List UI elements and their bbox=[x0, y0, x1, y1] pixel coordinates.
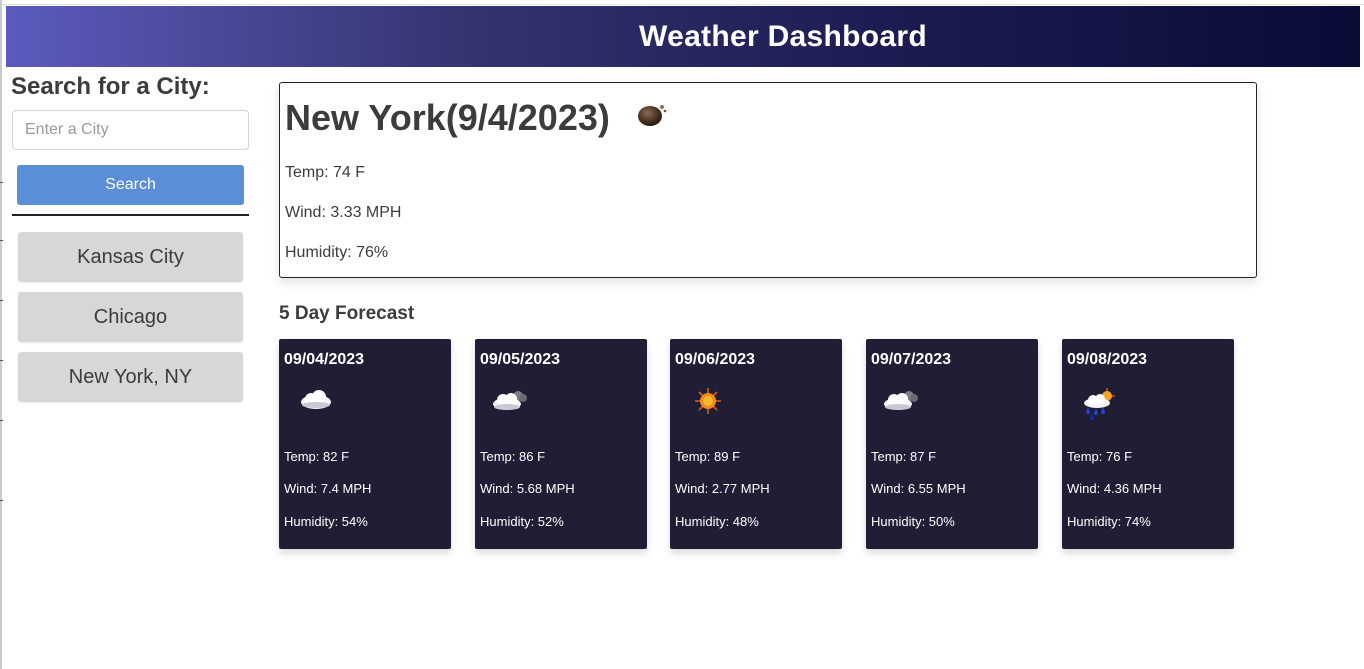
forecast-temp: Temp: 86 F bbox=[480, 449, 546, 464]
forecast-humidity: Humidity: 48% bbox=[675, 514, 759, 529]
forecast-humidity: Humidity: 54% bbox=[284, 514, 368, 529]
forecast-heading: 5 Day Forecast bbox=[279, 303, 415, 324]
current-city-date: New York(9/4/2023) bbox=[285, 97, 610, 138]
forecast-temp: Temp: 89 F bbox=[675, 449, 741, 464]
forecast-temp: Temp: 76 F bbox=[1067, 449, 1133, 464]
forecast-wind: Wind: 2.77 MPH bbox=[675, 481, 770, 496]
app-header: Weather Dashboard bbox=[6, 6, 1360, 67]
forecast-card: 09/07/2023 Temp: 87 F Wind: 6.55 MPH Hum… bbox=[866, 339, 1038, 549]
rain-sun-icon bbox=[1072, 379, 1122, 423]
forecast-date: 09/08/2023 bbox=[1067, 351, 1148, 368]
history-item-chicago[interactable]: Chicago bbox=[18, 292, 243, 342]
current-wind: Wind: 3.33 MPH bbox=[285, 204, 402, 221]
city-search-input[interactable] bbox=[12, 110, 249, 150]
forecast-card: 09/04/2023 Temp: 82 F Wind: 7.4 MPH Humi… bbox=[279, 339, 451, 549]
forecast-wind: Wind: 7.4 MPH bbox=[284, 481, 372, 496]
forecast-date: 09/04/2023 bbox=[284, 351, 365, 368]
current-humidity: Humidity: 76% bbox=[285, 244, 389, 261]
forecast-card: 09/06/2023 Temp: 89 F Wind: 2.77 MPH Hum… bbox=[670, 339, 842, 549]
forecast-wind: Wind: 5.68 MPH bbox=[480, 481, 575, 496]
forecast-temp: Temp: 87 F bbox=[871, 449, 937, 464]
forecast-humidity: Humidity: 74% bbox=[1067, 514, 1151, 529]
sun-icon bbox=[680, 379, 730, 423]
forecast-humidity: Humidity: 50% bbox=[871, 514, 955, 529]
search-history-list: Kansas City Chicago New York, NY bbox=[18, 232, 243, 412]
forecast-date: 09/06/2023 bbox=[675, 351, 756, 368]
broken-clouds-icon bbox=[485, 379, 535, 423]
history-item-new-york[interactable]: New York, NY bbox=[18, 352, 243, 402]
broken-clouds-icon bbox=[876, 379, 926, 423]
forecast-humidity: Humidity: 52% bbox=[480, 514, 564, 529]
current-temp: Temp: 74 F bbox=[285, 164, 366, 181]
search-button[interactable]: Search bbox=[17, 165, 244, 205]
history-item-kansas-city[interactable]: Kansas City bbox=[18, 232, 243, 282]
forecast-temp: Temp: 82 F bbox=[284, 449, 350, 464]
dark-cloud-moon-icon bbox=[635, 99, 669, 129]
forecast-date: 09/07/2023 bbox=[871, 351, 952, 368]
window-left-edge bbox=[0, 0, 2, 669]
page-title: Weather Dashboard bbox=[639, 19, 927, 53]
sidebar-divider bbox=[12, 214, 249, 216]
window-top-edge bbox=[0, 0, 1364, 5]
current-weather-card: New York(9/4/2023) Temp: 74 F Wind: 3.33… bbox=[279, 82, 1257, 278]
forecast-date: 09/05/2023 bbox=[480, 351, 561, 368]
forecast-card: 09/05/2023 Temp: 86 F Wind: 5.68 MPH Hum… bbox=[475, 339, 647, 549]
cloud-icon bbox=[289, 379, 339, 423]
forecast-wind: Wind: 4.36 MPH bbox=[1067, 481, 1162, 496]
forecast-card: 09/08/2023 Temp: 76 F Wind: 4.36 MPH Hum… bbox=[1062, 339, 1234, 549]
forecast-wind: Wind: 6.55 MPH bbox=[871, 481, 966, 496]
search-heading: Search for a City: bbox=[11, 73, 210, 100]
